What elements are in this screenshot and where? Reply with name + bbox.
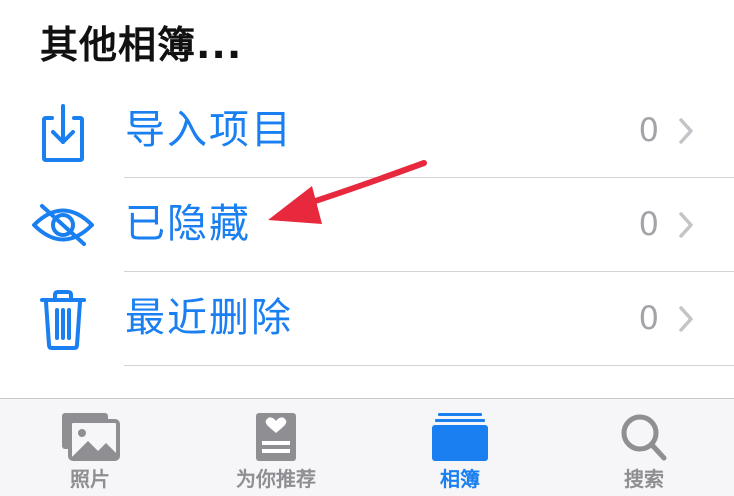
row-label: 已隐藏 bbox=[125, 201, 251, 247]
tab-albums[interactable]: 相簿 bbox=[390, 399, 530, 496]
row-count: 0 bbox=[638, 205, 659, 243]
tab-photos[interactable]: 照片 bbox=[20, 399, 160, 496]
row-count: 0 bbox=[638, 299, 659, 337]
tab-bar: 照片 为你推荐 相簿 搜索 bbox=[0, 398, 734, 496]
tab-for-you[interactable]: 为你推荐 bbox=[206, 399, 346, 496]
chevron-right-icon bbox=[676, 117, 696, 145]
tab-search[interactable]: 搜索 bbox=[574, 399, 714, 496]
row-label: 最近删除 bbox=[125, 295, 293, 341]
chevron-right-icon bbox=[676, 211, 696, 239]
albums-icon bbox=[430, 411, 490, 463]
trash-icon bbox=[30, 286, 96, 352]
photos-icon bbox=[60, 411, 120, 463]
divider bbox=[124, 365, 734, 366]
eye-slash-icon bbox=[30, 192, 96, 258]
row-imports[interactable]: 导入项目 0 bbox=[0, 84, 734, 178]
section-title: 其他相簿... bbox=[40, 23, 243, 67]
tab-label: 照片 bbox=[70, 467, 110, 491]
import-icon bbox=[30, 98, 96, 164]
row-hidden[interactable]: 已隐藏 0 bbox=[0, 178, 734, 272]
tab-label: 为你推荐 bbox=[236, 467, 316, 491]
row-label: 导入项目 bbox=[125, 107, 293, 153]
tab-label: 相簿 bbox=[440, 467, 480, 491]
row-recently-deleted[interactable]: 最近删除 0 bbox=[0, 272, 734, 366]
chevron-right-icon bbox=[676, 305, 696, 333]
row-count: 0 bbox=[638, 111, 659, 149]
for-you-icon bbox=[246, 411, 306, 463]
search-icon bbox=[614, 411, 674, 463]
tab-label: 搜索 bbox=[624, 467, 664, 491]
